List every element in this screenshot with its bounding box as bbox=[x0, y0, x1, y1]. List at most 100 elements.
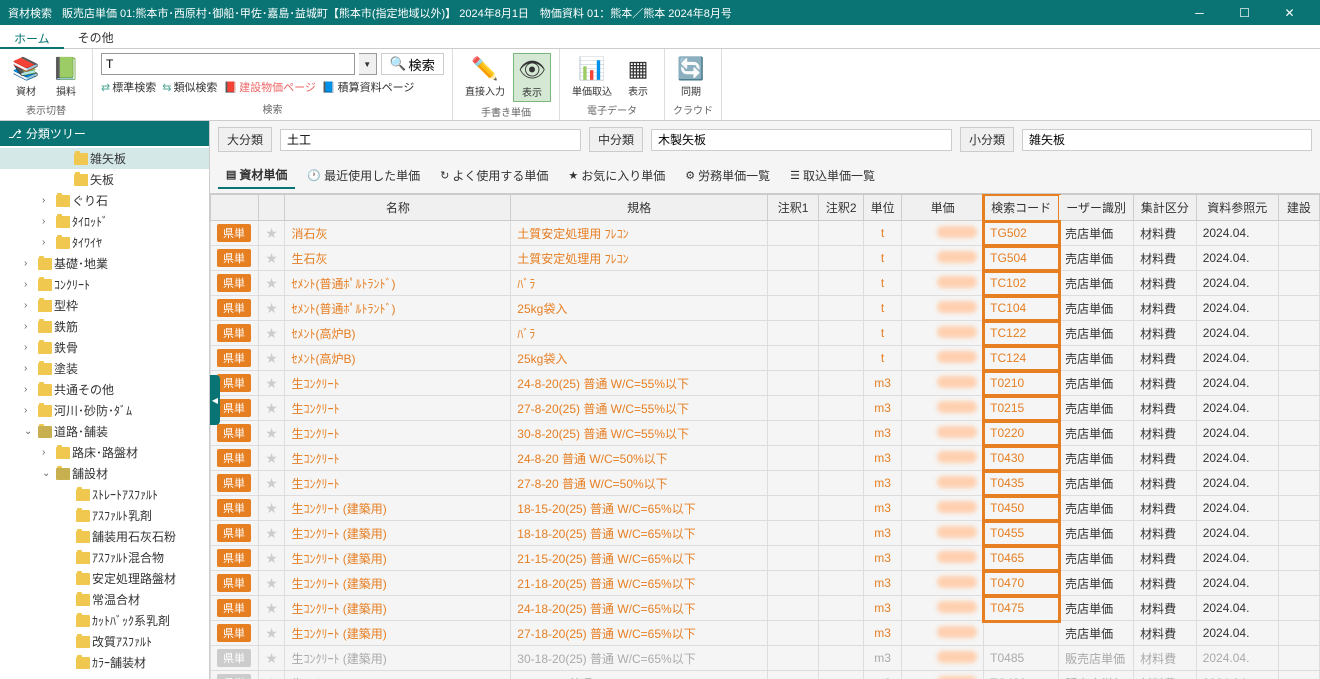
col-badge[interactable] bbox=[211, 195, 259, 221]
table-row[interactable]: 県単★生ｺﾝｸﾘｰﾄ (建築用)24-18-20(25) 普通 W/C=65%以… bbox=[211, 596, 1320, 621]
tree-item[interactable]: ⌄道路･舗装 bbox=[0, 421, 209, 442]
favorite-star[interactable]: ★ bbox=[265, 300, 278, 316]
col-const[interactable]: 建設 bbox=[1278, 195, 1319, 221]
col-name[interactable]: 名称 bbox=[285, 195, 511, 221]
favorite-star[interactable]: ★ bbox=[265, 650, 278, 666]
import-price-button[interactable]: 📊単価取込 bbox=[568, 53, 616, 100]
favorite-star[interactable]: ★ bbox=[265, 275, 278, 291]
favorite-star[interactable]: ★ bbox=[265, 475, 278, 491]
small-class-input[interactable] bbox=[1022, 129, 1312, 151]
col-spec[interactable]: 規格 bbox=[511, 195, 768, 221]
tree-toggle-icon[interactable]: › bbox=[24, 363, 36, 374]
table-row[interactable]: 県単★生ｺﾝｸﾘｰﾄ24-8-20 普通 W/C=50%以下m3T0430売店単… bbox=[211, 446, 1320, 471]
tree-item[interactable]: 矢板 bbox=[0, 169, 209, 190]
tree-item[interactable]: ⌄舗設材 bbox=[0, 463, 209, 484]
table-row[interactable]: 県単★生石灰土質安定処理用 ﾌﾚｺﾝtTG504売店単価材料費2024.04. bbox=[211, 246, 1320, 271]
tree-item[interactable]: 改質ｱｽﾌｧﾙﾄ bbox=[0, 631, 209, 652]
tree-toggle-icon[interactable]: › bbox=[24, 279, 36, 290]
subtab-recent[interactable]: 🕐最近使用した単価 bbox=[299, 162, 428, 189]
subtab-frequent[interactable]: ↻よく使用する単価 bbox=[432, 162, 556, 189]
tree-item[interactable]: ›鉄筋 bbox=[0, 316, 209, 337]
tree-toggle-icon[interactable]: › bbox=[24, 384, 36, 395]
tree-item[interactable]: ｶｯﾄﾊﾞｯｸ系乳剤 bbox=[0, 610, 209, 631]
table-row[interactable]: 県単★生ｺﾝｸﾘｰﾄ (建築用)30-18-20(25) 普通 W/C=65%以… bbox=[211, 646, 1320, 671]
tree-toggle-icon[interactable]: › bbox=[24, 405, 36, 416]
favorite-star[interactable]: ★ bbox=[265, 250, 278, 266]
tree-item[interactable]: ›河川･砂防･ﾀﾞﾑ bbox=[0, 400, 209, 421]
tree-item[interactable]: ›塗装 bbox=[0, 358, 209, 379]
display-button[interactable]: 👁表示 bbox=[513, 53, 551, 102]
tree-item[interactable]: ›ﾀｲﾜｲﾔ bbox=[0, 232, 209, 253]
estimate-check[interactable]: 📘積算資料ページ bbox=[322, 79, 414, 95]
search-button[interactable]: 🔍検索 bbox=[381, 53, 444, 75]
show-button[interactable]: ▦表示 bbox=[620, 53, 656, 100]
tree-toggle-icon[interactable]: ⌄ bbox=[42, 468, 54, 479]
table-row[interactable]: 県単★生ｺﾝｸﾘｰﾄ (建築用)27-18-20(25) 普通 W/C=65%以… bbox=[211, 621, 1320, 646]
favorite-star[interactable]: ★ bbox=[265, 500, 278, 516]
tree-toggle-icon[interactable]: › bbox=[24, 342, 36, 353]
favorite-star[interactable]: ★ bbox=[265, 575, 278, 591]
tree-item[interactable]: 雑矢板 bbox=[0, 148, 209, 169]
tree-item[interactable]: ｶﾗｰ舗装材 bbox=[0, 652, 209, 673]
maximize-button[interactable]: ☐ bbox=[1222, 0, 1267, 25]
tree-item[interactable]: ›ｺﾝｸﾘｰﾄ bbox=[0, 274, 209, 295]
table-row[interactable]: 県単★ｾﾒﾝﾄ(普通ﾎﾟﾙﾄﾗﾝﾄﾞ)ﾊﾞﾗtTC102売店単価材料費2024.… bbox=[211, 271, 1320, 296]
tree-toggle-icon[interactable]: › bbox=[24, 300, 36, 311]
subtab-favorite[interactable]: ★お気に入り単価 bbox=[560, 162, 673, 189]
tree-item[interactable]: ›基礎･地業 bbox=[0, 253, 209, 274]
table-row[interactable]: 県単★生ｺﾝｸﾘｰﾄ (建築用)21-18-20(25) 普通 W/C=65%以… bbox=[211, 571, 1320, 596]
table-row[interactable]: 県単★生ｺﾝｸﾘｰﾄ36-12-25 普通m3TC432販売店単価材料費2024… bbox=[211, 671, 1320, 679]
col-price[interactable]: 単価 bbox=[902, 195, 984, 221]
table-row[interactable]: 県単★消石灰土質安定処理用 ﾌﾚｺﾝtTG502売店単価材料費2024.04. bbox=[211, 221, 1320, 246]
tab-other[interactable]: その他 bbox=[64, 25, 128, 48]
tree-item[interactable]: ›鉄骨 bbox=[0, 337, 209, 358]
favorite-star[interactable]: ★ bbox=[265, 325, 278, 341]
favorite-star[interactable]: ★ bbox=[265, 425, 278, 441]
col-user[interactable]: ーザー識別 bbox=[1059, 195, 1134, 221]
tree-item[interactable]: ›ﾀｲﾛｯﾄﾞ bbox=[0, 211, 209, 232]
subtab-labor[interactable]: ⚙労務単価一覧 bbox=[677, 162, 778, 189]
tree-toggle-icon[interactable]: › bbox=[42, 237, 54, 248]
favorite-star[interactable]: ★ bbox=[265, 375, 278, 391]
tree-item[interactable]: 安定処理路盤材 bbox=[0, 568, 209, 589]
large-class-input[interactable] bbox=[280, 129, 581, 151]
standard-search-check[interactable]: ⇄標準検索 bbox=[101, 79, 156, 95]
col-search-code[interactable]: 検索コード bbox=[984, 195, 1059, 221]
subtab-material-price[interactable]: ▤資材単価 bbox=[218, 162, 295, 189]
favorite-star[interactable]: ★ bbox=[265, 350, 278, 366]
tree-toggle-icon[interactable]: › bbox=[42, 195, 54, 206]
table-row[interactable]: 県単★ｾﾒﾝﾄ(高炉B)ﾊﾞﾗtTC122売店単価材料費2024.04. bbox=[211, 321, 1320, 346]
tree-toggle-icon[interactable]: › bbox=[24, 321, 36, 332]
tab-home[interactable]: ホーム bbox=[0, 26, 64, 49]
tree-toggle-icon[interactable]: › bbox=[42, 447, 54, 458]
table-row[interactable]: 県単★生ｺﾝｸﾘｰﾄ30-8-20(25) 普通 W/C=55%以下m3T022… bbox=[211, 421, 1320, 446]
table-row[interactable]: 県単★ｾﾒﾝﾄ(普通ﾎﾟﾙﾄﾗﾝﾄﾞ)25kg袋入tTC104売店単価材料費20… bbox=[211, 296, 1320, 321]
grid-container[interactable]: 名称 規格 注釈1 注釈2 単位 単価 検索コード ーザー識別 集計区分 資料参… bbox=[210, 194, 1320, 679]
tree-item[interactable]: ›路床･路盤材 bbox=[0, 442, 209, 463]
col-star[interactable] bbox=[259, 195, 285, 221]
col-ref[interactable]: 資料参照元 bbox=[1196, 195, 1278, 221]
close-button[interactable]: ✕ bbox=[1267, 0, 1312, 25]
search-dropdown[interactable]: ▼ bbox=[359, 53, 377, 75]
tree-item[interactable]: ｽﾄﾚｰﾄｱｽﾌｧﾙﾄ bbox=[0, 484, 209, 505]
col-unit[interactable]: 単位 bbox=[864, 195, 902, 221]
table-row[interactable]: 県単★生ｺﾝｸﾘｰﾄ (建築用)18-15-20(25) 普通 W/C=65%以… bbox=[211, 496, 1320, 521]
tree-item[interactable]: 常温合材 bbox=[0, 589, 209, 610]
col-note1[interactable]: 注釈1 bbox=[767, 195, 818, 221]
search-input[interactable] bbox=[101, 53, 355, 75]
direct-input-button[interactable]: ✏️直接入力 bbox=[461, 53, 509, 102]
table-row[interactable]: 県単★生ｺﾝｸﾘｰﾄ24-8-20(25) 普通 W/C=55%以下m3T021… bbox=[211, 371, 1320, 396]
minimize-button[interactable]: ─ bbox=[1177, 0, 1222, 25]
tree-item[interactable]: ｱｽﾌｧﾙﾄ混合物 bbox=[0, 547, 209, 568]
table-row[interactable]: 県単★生ｺﾝｸﾘｰﾄ27-8-20 普通 W/C=50%以下m3T0435売店単… bbox=[211, 471, 1320, 496]
tree-item[interactable]: ｱｽﾌｧﾙﾄ乳剤 bbox=[0, 505, 209, 526]
favorite-star[interactable]: ★ bbox=[265, 675, 278, 679]
tree-item[interactable]: 舗装用石灰石粉 bbox=[0, 526, 209, 547]
tree-item[interactable]: ›ぐり石 bbox=[0, 190, 209, 211]
tree-toggle-icon[interactable]: ⌄ bbox=[24, 426, 36, 437]
tree-item[interactable]: ›型枠 bbox=[0, 295, 209, 316]
tree-item[interactable]: ›共通その他 bbox=[0, 379, 209, 400]
favorite-star[interactable]: ★ bbox=[265, 550, 278, 566]
tree-toggle-icon[interactable]: › bbox=[24, 258, 36, 269]
sidebar-collapse-handle[interactable]: ◀ bbox=[210, 375, 220, 425]
